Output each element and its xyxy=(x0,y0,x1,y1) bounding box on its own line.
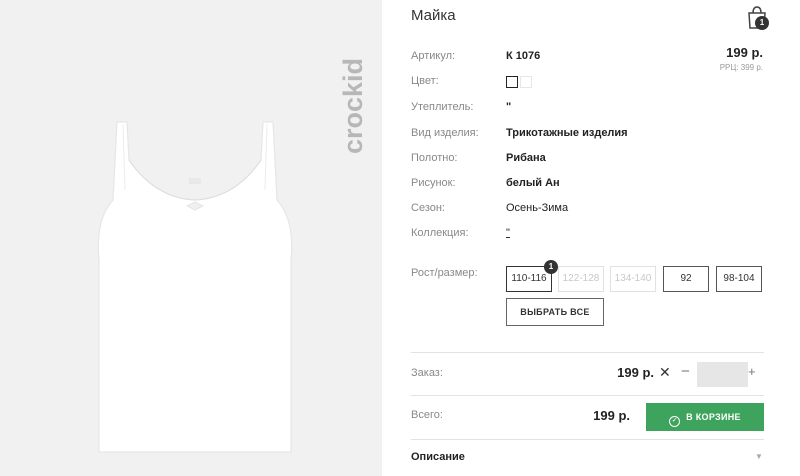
attr-value: Рибана xyxy=(506,152,546,164)
attr-value: К 1076 xyxy=(506,50,541,62)
tank-top-image xyxy=(97,121,293,453)
attr-label: Артикул: xyxy=(411,50,456,62)
order-label: Заказ: xyxy=(411,367,443,379)
product-photo[interactable]: crockid xyxy=(0,0,382,476)
attr-value[interactable]: " xyxy=(506,227,510,239)
brand-logo: crockid xyxy=(338,58,368,154)
description-toggle[interactable]: Описание xyxy=(411,451,465,463)
in-cart-button[interactable]: ✓ В КОРЗИНЕ xyxy=(646,403,764,431)
attr-label: Полотно: xyxy=(411,152,458,164)
total-label: Всего: xyxy=(411,409,443,421)
check-circle-icon: ✓ xyxy=(669,416,681,427)
attr-value: белый Ан xyxy=(506,177,560,189)
increment-button[interactable]: + xyxy=(748,364,756,379)
size-count-badge: 1 xyxy=(544,260,558,274)
remove-icon[interactable]: ✕ xyxy=(659,364,671,381)
decrement-button[interactable]: − xyxy=(681,363,690,380)
quantity-input[interactable] xyxy=(697,362,748,387)
size-option-98-104[interactable]: 98-104 xyxy=(716,266,762,292)
size-label: Рост/размер: xyxy=(411,267,478,279)
size-option-92[interactable]: 92 xyxy=(663,266,709,292)
divider xyxy=(411,439,764,440)
attr-value: Осень-Зима xyxy=(506,202,569,214)
product-title: Майка xyxy=(411,7,456,24)
total-price: 199 р. xyxy=(593,408,630,423)
svg-text:crockid: crockid xyxy=(338,58,368,154)
cart-count-badge: 1 xyxy=(755,16,769,30)
divider xyxy=(411,352,764,353)
attr-label: Утеплитель: xyxy=(411,101,474,113)
attr-value: " xyxy=(506,101,512,113)
product-price: 199 р. xyxy=(726,45,763,60)
color-swatch-selected[interactable] xyxy=(506,76,518,88)
in-cart-label: В КОРЗИНЕ xyxy=(686,412,741,422)
attr-label: Цвет: xyxy=(411,75,439,87)
attr-label: Коллекция: xyxy=(411,227,469,239)
select-all-button[interactable]: ВЫБРАТЬ ВСЕ xyxy=(506,298,604,326)
size-option-134-140[interactable]: 134-140 xyxy=(610,266,656,292)
attr-label: Рисунок: xyxy=(411,177,456,189)
divider xyxy=(411,395,764,396)
attr-label: Вид изделия: xyxy=(411,127,479,139)
size-option-122-128[interactable]: 122-128 xyxy=(558,266,604,292)
chevron-down-icon[interactable]: ▼ xyxy=(755,452,763,461)
order-price: 199 р. xyxy=(617,365,654,380)
color-swatch[interactable] xyxy=(520,76,532,88)
attr-label: Сезон: xyxy=(411,202,445,214)
recommended-price: РРЦ: 399 р. xyxy=(719,63,763,72)
attr-value: Трикотажные изделия xyxy=(506,127,628,139)
